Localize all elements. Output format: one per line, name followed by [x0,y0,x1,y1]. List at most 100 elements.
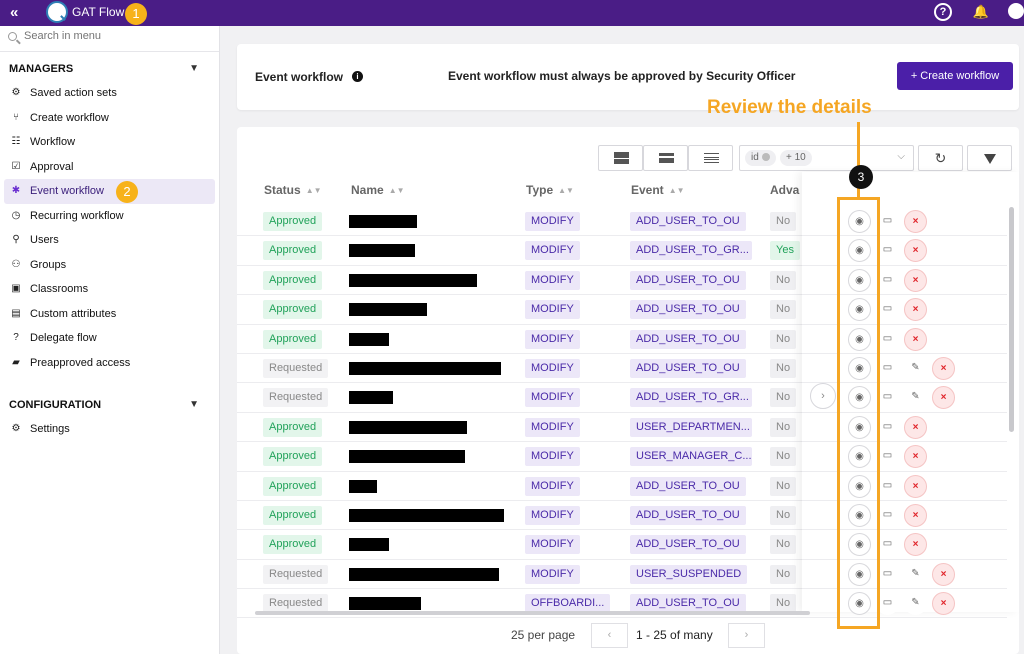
configuration-section-header[interactable]: CONFIGURATION ▼ [0,393,219,417]
sidebar-item-recurring-workflow[interactable]: ◷ Recurring workflow [4,204,215,229]
column-header-event[interactable]: Event ▲▼ [631,183,685,197]
sidebar-item-groups[interactable]: ⚇ Groups [4,253,215,278]
table-row[interactable]: Approved MODIFY ADD_USER_TO_GR... Yes [237,236,802,266]
type-badge: MODIFY [525,447,580,467]
delete-button[interactable]: × [904,445,927,469]
delete-button[interactable]: × [932,386,955,410]
sort-icon: ▲▼ [388,186,405,195]
table-row[interactable]: Requested MODIFY ADD_USER_TO_OU No [237,354,802,384]
expand-columns-button[interactable]: › [810,383,836,409]
sidebar-item-delegate-flow[interactable]: ? Delegate flow [4,326,215,351]
sidebar-item-preapproved-access[interactable]: ▰ Preapproved access [4,351,215,376]
sidebar-item-settings[interactable]: ⚙ Settings [4,417,215,442]
archive-box-icon: ▭ [882,567,893,579]
help-icon[interactable]: ? [934,3,952,21]
delete-button[interactable]: × [932,562,955,586]
column-label: Adva [770,183,800,197]
delete-button[interactable]: × [904,415,927,439]
delete-button[interactable]: × [904,210,927,233]
sidebar-item-label: Classrooms [30,283,89,295]
vertical-scroll-thumb[interactable] [1009,207,1014,432]
redacted-name [349,420,467,434]
table-row[interactable]: Requested MODIFY ADD_USER_TO_GR... No [237,383,802,413]
table-row[interactable]: Approved MODIFY ADD_USER_TO_OU No [237,530,802,560]
vertical-scrollbar[interactable] [1009,207,1014,607]
delete-button[interactable]: × [932,592,955,616]
row-actions: ◉ ▭ × [802,501,1007,531]
view-standard-button[interactable] [643,145,688,171]
edit-button[interactable]: ✎ [904,386,927,410]
filter-button[interactable] [967,145,1012,171]
user-search-icon: ⚲ [12,234,20,245]
menu-search-input[interactable] [24,30,204,42]
siren-icon: ✱ [11,185,21,196]
table-row[interactable]: Approved MODIFY ADD_USER_TO_OU No [237,295,802,325]
column-header-name[interactable]: Name ▲▼ [351,183,405,197]
delete-button[interactable]: × [904,503,927,527]
table-row[interactable]: Approved MODIFY ADD_USER_TO_OU No [237,207,802,237]
column-header-type[interactable]: Type ▲▼ [526,183,574,197]
info-icon[interactable]: i [352,71,363,82]
edit-button[interactable]: ✎ [904,562,927,586]
column-header-advanced[interactable]: Adva [770,183,799,197]
notification-bell-icon[interactable]: 🔔 [972,3,990,21]
sidebar-item-label: Saved action sets [30,87,117,99]
menu-search [0,26,219,52]
row-actions: ◉ ▭ × [802,472,1007,501]
edit-button[interactable]: ✎ [904,356,927,380]
advanced-badge: No [770,476,797,496]
status-badge: Approved [263,270,323,290]
table-row[interactable]: Approved MODIFY ADD_USER_TO_OU No [237,501,802,531]
delete-button[interactable]: × [904,239,927,263]
delete-button[interactable]: × [904,474,927,498]
advanced-badge: No [770,212,797,231]
column-filter-select[interactable]: id + 10 ⌵ [739,145,914,171]
sidebar: MANAGERS ▼ ⚙ Saved action sets ⑂ Create wor… [0,26,220,654]
next-page-button[interactable]: › [728,623,765,648]
sidebar-item-classrooms[interactable]: ▣ Classrooms [4,277,215,302]
horizontal-scrollbar[interactable] [255,611,810,615]
remove-chip-icon[interactable] [761,153,770,161]
sidebar-item-event-workflow[interactable]: ✱ Event workflow [4,179,215,204]
view-large-rows-icon [614,152,629,164]
step-badge-3: 3 [849,165,873,189]
sidebar-item-create-workflow[interactable]: ⑂ Create workflow [4,106,215,131]
delete-button[interactable]: × [904,268,927,292]
column-header-status[interactable]: Status ▲▼ [264,183,322,197]
view-compact-button[interactable] [688,145,733,171]
table-row[interactable]: Approved MODIFY USER_DEPARTMEN... No [237,413,802,443]
event-badge: ADD_USER_TO_OU [630,212,746,231]
create-workflow-button[interactable]: + Create workflow [897,62,1013,90]
gears-icon: ⚙ [11,87,21,98]
archive-box-icon: ▭ [882,303,893,315]
filter-chip-more[interactable]: + 10 [780,150,812,166]
table-row[interactable]: Approved MODIFY ADD_USER_TO_OU No [237,472,802,501]
sidebar-item-custom-attributes[interactable]: ▤ Custom attributes [4,302,215,327]
table-row[interactable]: Requested MODIFY USER_SUSPENDED No [237,560,802,590]
refresh-icon: ↻ [934,150,947,166]
refresh-button[interactable]: ↻ [918,145,963,171]
sidebar-item-saved-action-sets[interactable]: ⚙ Saved action sets [4,81,215,106]
status-badge: Approved [263,300,323,320]
sidebar-item-approval[interactable]: ☑ Approval [4,155,215,180]
edit-button[interactable]: ✎ [904,592,927,616]
managers-section-header[interactable]: MANAGERS ▼ [0,57,219,81]
table-row[interactable]: Approved MODIFY ADD_USER_TO_OU No [237,325,802,354]
previous-page-button[interactable]: ‹ [591,623,628,648]
rows-per-page[interactable]: 25 per page [511,628,575,642]
sidebar-item-workflow[interactable]: ☷ Workflow [4,130,215,155]
filter-chip-id[interactable]: id [745,150,776,166]
delete-button[interactable]: × [932,356,955,380]
collapse-sidebar-icon[interactable]: « [10,4,18,21]
close-icon: × [912,509,919,521]
event-badge: USER_DEPARTMEN... [630,417,752,437]
redacted-name [349,215,417,228]
view-comfortable-button[interactable] [598,145,643,171]
sidebar-item-users[interactable]: ⚲ Users [4,228,215,253]
delete-button[interactable]: × [904,298,927,322]
table-row[interactable]: Approved MODIFY ADD_USER_TO_OU No [237,266,802,296]
user-account-icon[interactable] [1008,3,1024,19]
table-row[interactable]: Approved MODIFY USER_MANAGER_C... No [237,442,802,472]
delete-button[interactable]: × [904,533,927,557]
delete-button[interactable]: × [904,327,927,351]
